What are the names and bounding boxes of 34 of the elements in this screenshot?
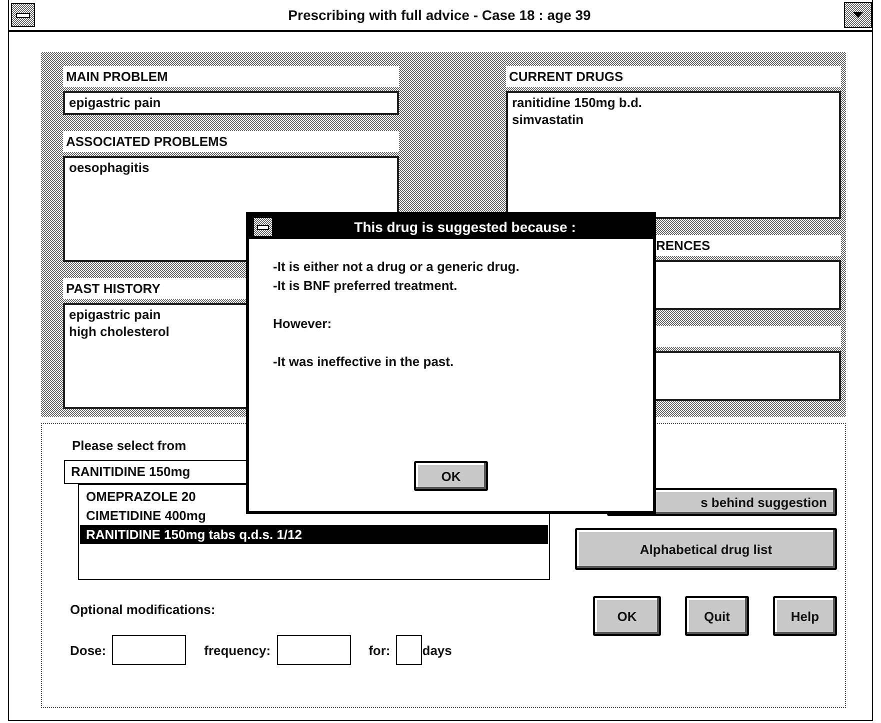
section-label: MAIN PROBLEM — [63, 66, 399, 87]
side-button[interactable]: Alphabetical drug list — [575, 528, 837, 570]
system-menu-button[interactable] — [11, 3, 35, 27]
drug-list-item[interactable]: RANITIDINE 150mg tabs q.d.s. 1/12 — [80, 525, 548, 544]
text-area[interactable]: epigastric pain — [63, 91, 399, 115]
unit-label: days — [422, 642, 452, 658]
text-line: high cholesterol — [69, 323, 170, 340]
action-button[interactable]: Quit — [685, 596, 749, 636]
reason-text: However: — [273, 315, 332, 333]
action-button[interactable]: OK — [593, 596, 661, 636]
input-field[interactable] — [276, 635, 351, 665]
field-label: Dose: — [70, 642, 106, 658]
text-area[interactable]: ranitidine 150mg b.d. simvastatin — [506, 91, 841, 219]
prompt-text: Please select from — [72, 438, 186, 455]
bar-icon — [16, 12, 30, 18]
input-field[interactable] — [112, 635, 186, 665]
text-line: simvastatin — [512, 111, 584, 128]
field-label: for: — [368, 642, 390, 658]
text-line: epigastric pain — [69, 306, 161, 323]
section-label: ASSOCIATED PROBLEMS — [63, 131, 399, 152]
ok-button[interactable]: OK — [414, 461, 488, 491]
dialog-menu-button[interactable] — [253, 217, 273, 237]
modifications-label: Optional modifications: — [70, 602, 216, 617]
minimize-button[interactable] — [844, 2, 872, 28]
field-label: frequency: — [204, 642, 271, 658]
action-button[interactable]: Help — [773, 596, 837, 636]
window-title: Prescribing with full advice - Case 18 : age 39 — [287, 7, 592, 23]
down-arrow-icon — [853, 12, 863, 18]
bar-icon — [257, 224, 269, 230]
input-field[interactable] — [396, 635, 422, 665]
text-line: ranitidine 150mg b.d. — [512, 94, 642, 111]
text-line: oesophagitis — [69, 159, 150, 176]
section-label: CURRENT DRUGS — [506, 66, 841, 87]
text-line: epigastric pain — [69, 94, 161, 111]
